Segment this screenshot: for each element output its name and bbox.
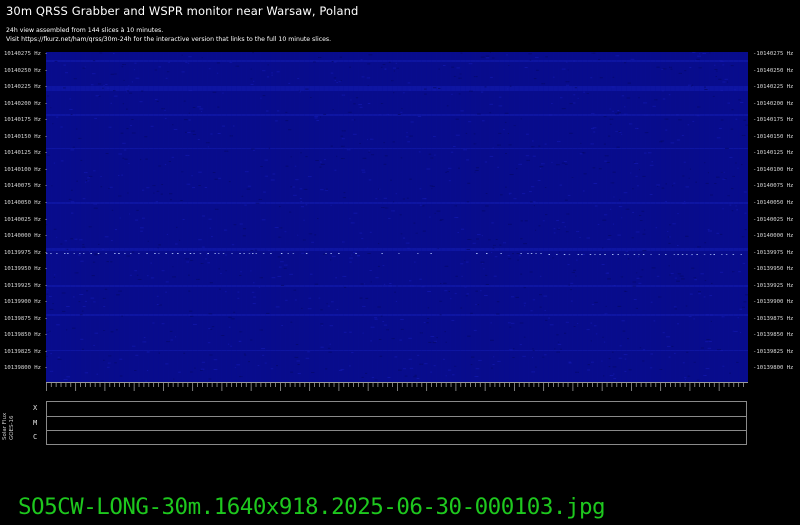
frequency-label: -10139975 Hz (753, 249, 794, 256)
subtitle-line-2: Visit https://fkurz.net/ham/qrss/30m-24h… (6, 36, 332, 43)
frequency-label: 10140200 Hz - (4, 100, 48, 107)
frequency-label: -10140200 Hz (753, 100, 794, 107)
frequency-label: -10139950 Hz (753, 266, 794, 273)
frequency-label: 10140275 Hz - (4, 51, 48, 57)
frequency-label: -10140025 Hz (753, 216, 794, 223)
frequency-label: 10139925 Hz - (4, 282, 48, 289)
subtitle: 24h view assembled from 144 slices à 10 … (6, 26, 331, 44)
solar-flux-label: Solar Flux GOES-16 (2, 413, 15, 440)
spectrogram-canvas (46, 52, 748, 382)
frequency-label: 10140175 Hz - (4, 117, 48, 124)
frequency-label: -10140175 Hz (753, 117, 794, 124)
flux-grid-line (47, 430, 746, 431)
spectrogram[interactable] (46, 52, 748, 382)
frequency-label: 10140075 Hz - (4, 183, 48, 190)
frequency-label: 10140250 Hz - (4, 67, 48, 74)
frequency-label: -10140050 Hz (753, 199, 794, 206)
frequency-label: -10139850 Hz (753, 332, 794, 339)
frequency-label: -10140275 Hz (753, 51, 794, 57)
time-axis-ticks (46, 382, 748, 391)
flux-class-c: C (33, 433, 38, 441)
frequency-label: 10139950 Hz - (4, 266, 48, 273)
frequency-label: 10140150 Hz - (4, 133, 48, 140)
frequency-label: -10140100 Hz (753, 166, 794, 173)
frequency-label: 10140225 Hz - (4, 84, 48, 91)
frequency-label: -10140075 Hz (753, 183, 794, 190)
frequency-label: 10140050 Hz - (4, 199, 48, 206)
frequency-label: 10139975 Hz - (4, 249, 48, 256)
frequency-label: -10139875 Hz (753, 315, 794, 322)
frequency-label: -10140250 Hz (753, 67, 794, 74)
solar-flux-chart (46, 401, 747, 445)
frequency-label: -10139900 Hz (753, 299, 794, 306)
flux-class-x: X (33, 404, 38, 412)
page-title: 30m QRSS Grabber and WSPR monitor near W… (6, 4, 359, 18)
frequency-label: 10139825 Hz - (4, 348, 48, 355)
frequency-label: 10139800 Hz - (4, 365, 48, 372)
frequency-label: 10140100 Hz - (4, 166, 48, 173)
flux-class-m: M (33, 419, 38, 427)
frequency-label: -10139825 Hz (753, 348, 794, 355)
frequency-label: -10140000 Hz (753, 233, 794, 240)
solar-flux-label-line-1: Solar Flux (2, 412, 8, 440)
subtitle-line-1: 24h view assembled from 144 slices à 10 … (6, 27, 164, 34)
flux-grid-line (47, 416, 746, 417)
frequency-label: -10140150 Hz (753, 133, 794, 140)
frequency-label: 10140000 Hz - (4, 233, 48, 240)
frequency-label: 10139875 Hz - (4, 315, 48, 322)
frequency-label: -10139800 Hz (753, 365, 794, 372)
frequency-label: 10139900 Hz - (4, 299, 48, 306)
frequency-label: -10139925 Hz (753, 282, 794, 289)
frequency-label: 10140025 Hz - (4, 216, 48, 223)
frequency-label: -10140225 Hz (753, 84, 794, 91)
image-filename: SO5CW-LONG-30m.1640x918.2025-06-30-00010… (18, 494, 606, 520)
frequency-label: -10140125 Hz (753, 150, 794, 157)
solar-flux-label-line-2: GOES-16 (8, 415, 15, 440)
frequency-label: 10140125 Hz - (4, 150, 48, 157)
frequency-label: 10139850 Hz - (4, 332, 48, 339)
